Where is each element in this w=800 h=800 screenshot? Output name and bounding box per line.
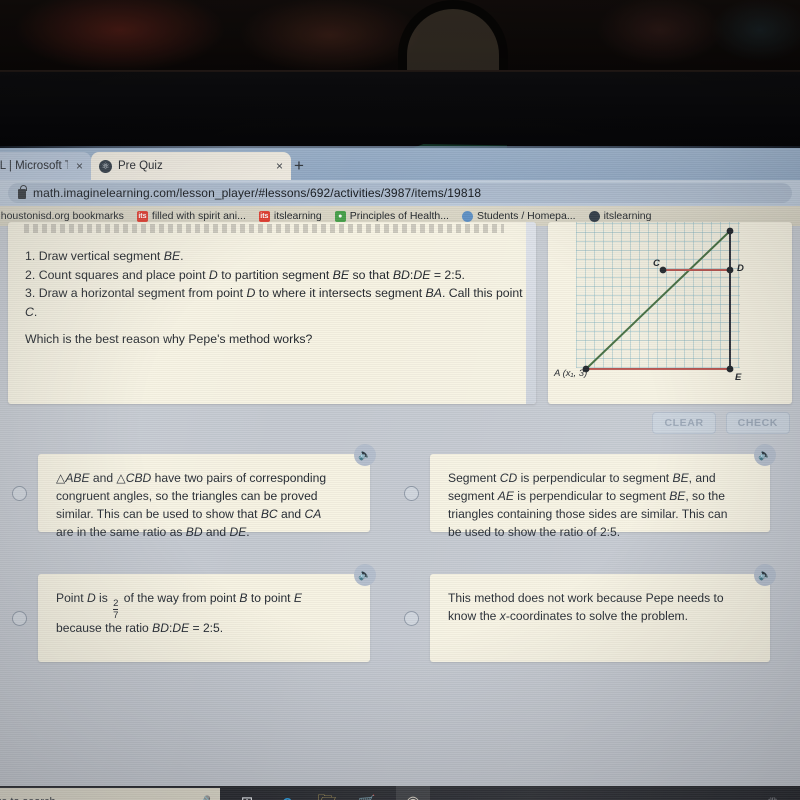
itslearning-globe-icon — [588, 210, 600, 222]
chrome-icon[interactable]: ◉ — [396, 786, 430, 800]
new-tab-button[interactable]: + — [294, 157, 304, 174]
choice-body[interactable]: △ABE and △CBD have two pairs of correspo… — [38, 444, 376, 539]
choice-text: This method does not work because Pepe n… — [448, 591, 724, 623]
radio-button[interactable] — [12, 610, 27, 626]
monitor-bezel — [0, 72, 800, 212]
bookmark-item[interactable]: its itslearning — [258, 210, 322, 222]
windows-taskbar: pe here to search 🎤 ⊞ e 🗁 🛒 ◉ ♕ — [0, 786, 800, 800]
bookmark-label: e.houstonisd.org bookmarks — [0, 210, 124, 222]
globe-icon: ⚛ — [99, 159, 112, 173]
speaker-icon[interactable]: 🔈 — [754, 564, 776, 586]
tab-strip: i L | Microsoft T × ⚛ Pre Quiz × + — [0, 148, 800, 180]
people-share-icon[interactable]: ♕ — [767, 795, 778, 800]
lock-icon — [18, 185, 27, 199]
step-item: 3. Draw a horizontal segment from point … — [25, 284, 525, 321]
choice-body[interactable]: This method does not work because Pepe n… — [430, 564, 776, 662]
search-placeholder: pe here to search — [0, 796, 188, 800]
question-text: Which is the best reason why Pepe's meth… — [25, 332, 313, 346]
choice-body[interactable]: Point D is 27 of the way from point B to… — [38, 564, 376, 662]
arch-shape — [398, 0, 508, 70]
point-label-d: D — [737, 263, 744, 274]
clear-button[interactable]: CLEAR — [652, 412, 716, 434]
top-row: 1. Draw vertical segment BE. 2. Count sq… — [0, 222, 800, 404]
bookmark-label: itslearning — [273, 210, 322, 222]
monitor-photo: i L | Microsoft T × ⚛ Pre Quiz × + math.… — [0, 0, 800, 800]
choice-body[interactable]: Segment CD is perpendicular to segment B… — [430, 444, 776, 539]
bookmark-item[interactable]: ● Principles of Health... — [334, 210, 449, 222]
itslearning-icon: its — [136, 210, 148, 222]
speaker-icon[interactable]: 🔈 — [354, 444, 376, 466]
step-text: Count squares and place point D to parti… — [38, 267, 465, 282]
speaker-icon[interactable]: 🔈 — [754, 444, 776, 466]
bookmark-item[interactable]: its filled with spirit ani... — [136, 210, 246, 222]
check-button[interactable]: CHECK — [725, 412, 790, 434]
panel-scrollbar[interactable] — [526, 222, 536, 404]
step-item: 1. Draw vertical segment BE. — [25, 247, 525, 266]
step-text: Draw vertical segment BE. — [38, 249, 184, 263]
question-panel: 1. Draw vertical segment BE. 2. Count sq… — [8, 222, 536, 404]
step-number: 2. — [25, 267, 36, 282]
radio-button[interactable] — [12, 485, 27, 501]
tab-title: Pre Quiz — [118, 160, 163, 172]
microphone-icon[interactable]: 🎤 — [196, 795, 211, 800]
bookmark-item[interactable]: e.houstonisd.org bookmarks — [0, 210, 124, 222]
file-explorer-icon[interactable]: 🗁 — [316, 791, 338, 800]
point-label-e: E — [735, 372, 742, 383]
close-icon[interactable]: × — [274, 159, 283, 173]
browser-window: i L | Microsoft T × ⚛ Pre Quiz × + math.… — [0, 148, 800, 800]
step-item: 2. Count squares and place point D to pa… — [25, 266, 525, 285]
tab-title: i L | Microsoft T — [0, 160, 68, 172]
point-label-c: C — [653, 258, 660, 269]
bookmark-label: filled with spirit ani... — [151, 210, 246, 222]
task-view-icon[interactable]: ⊞ — [236, 791, 258, 800]
bookmark-item[interactable]: itslearning — [588, 210, 652, 222]
microsoft-store-icon[interactable]: 🛒 — [356, 791, 378, 800]
toolbar: math.imaginelearning.com/lesson_player/#… — [0, 180, 800, 206]
radio-button[interactable] — [404, 610, 419, 626]
classroom-icon: ● — [334, 210, 346, 222]
action-buttons: CLEAR CHECK — [652, 412, 790, 434]
choice-b[interactable]: Segment CD is perpendicular to segment B… — [404, 444, 776, 539]
choice-text: Point D is 27 of the way from point B to… — [56, 591, 302, 635]
search-input[interactable]: pe here to search 🎤 — [0, 788, 220, 800]
step-number: 1. — [25, 249, 36, 263]
address-bar[interactable]: math.imaginelearning.com/lesson_player/#… — [8, 183, 792, 203]
point-label-a: A (x₁, 3) — [554, 368, 588, 379]
choice-d[interactable]: This method does not work because Pepe n… — [404, 564, 776, 662]
students-icon — [461, 210, 473, 222]
close-icon[interactable]: × — [74, 159, 83, 173]
radio-button[interactable] — [404, 485, 419, 501]
lesson-content: 1. Draw vertical segment BE. 2. Count sq… — [0, 222, 800, 800]
edge-icon[interactable]: e — [276, 791, 298, 800]
clipped-prompt-line — [24, 224, 504, 233]
steps-list: 1. Draw vertical segment BE. 2. Count sq… — [25, 247, 525, 322]
bookmark-label: Students / Homepa... — [476, 210, 576, 222]
choice-text: Segment CD is perpendicular to segment B… — [448, 471, 728, 539]
bookmark-item[interactable]: Students / Homepa... — [461, 210, 576, 222]
tab-pre-quiz[interactable]: ⚛ Pre Quiz × — [91, 152, 291, 180]
speaker-icon[interactable]: 🔈 — [354, 564, 376, 586]
url-text: math.imaginelearning.com/lesson_player/#… — [33, 186, 482, 200]
choice-a[interactable]: △ABE and △CBD have two pairs of correspo… — [12, 444, 376, 539]
step-text: Draw a horizontal segment from point D t… — [25, 286, 523, 320]
bookmark-label: Principles of Health... — [349, 210, 449, 222]
bookmark-label: itslearning — [603, 210, 652, 222]
graph-panel: A (x₁, 3) C D E — [548, 222, 792, 404]
answer-choices: △ABE and △CBD have two pairs of correspo… — [0, 444, 800, 704]
step-number: 3. — [25, 286, 36, 301]
tab-microsoft-teams[interactable]: i L | Microsoft T × — [0, 152, 91, 180]
choice-text: △ABE and △CBD have two pairs of correspo… — [56, 471, 327, 539]
choice-c[interactable]: Point D is 27 of the way from point B to… — [12, 564, 376, 662]
taskbar-items: ⊞ e 🗁 🛒 ◉ — [224, 786, 442, 800]
itslearning-icon: its — [258, 210, 270, 222]
